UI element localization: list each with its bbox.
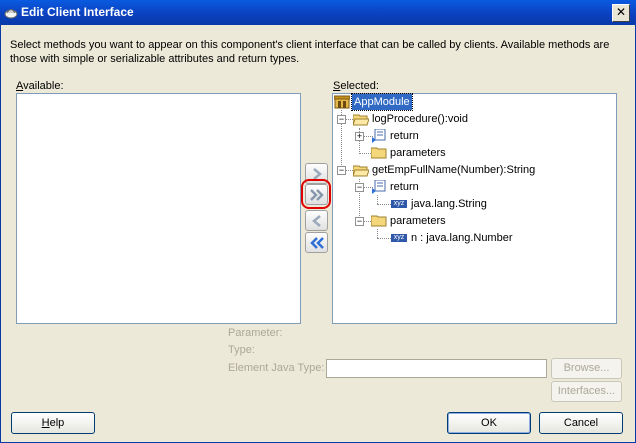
app-module-icon: [334, 95, 350, 109]
available-list[interactable]: [16, 93, 301, 324]
move-left-button[interactable]: [305, 210, 328, 231]
move-all-left-button[interactable]: [305, 232, 328, 253]
tree-label-logprocedure: logProcedure():void: [372, 113, 468, 125]
tree-label-m1-parameters: parameters: [390, 147, 446, 159]
open-folder-icon: [353, 165, 369, 177]
tree-label-m1-return: return: [390, 130, 419, 142]
expander-m1-return[interactable]: +: [355, 132, 364, 141]
selected-tree-content: AppModule − logProcedure():void + return…: [333, 93, 616, 323]
selected-label: Selected:: [333, 80, 379, 92]
type-icon: xyz: [391, 200, 407, 208]
open-folder-icon: [353, 114, 369, 126]
cancel-button[interactable]: Cancel: [539, 412, 623, 434]
return-icon: [372, 129, 386, 143]
description-text: Select methods you want to appear on thi…: [10, 39, 610, 65]
expander-getempfullname[interactable]: −: [337, 166, 346, 175]
tree-label-param: n : java.lang.Number: [411, 232, 513, 244]
highlight-circle: [301, 179, 331, 209]
folder-icon: [371, 147, 387, 159]
tree-label-m2-parameters: parameters: [390, 215, 446, 227]
title-bar: Edit Client Interface ✕: [0, 0, 636, 25]
tree-label-getempfullname: getEmpFullName(Number):String: [372, 164, 536, 176]
window-title: Edit Client Interface: [21, 5, 134, 19]
double-arrow-left-icon: [310, 237, 324, 249]
element-java-type-label: Element Java Type:: [228, 362, 325, 374]
ok-button[interactable]: OK: [447, 412, 531, 434]
browse-button[interactable]: Browse...: [551, 358, 622, 379]
help-button[interactable]: Help: [11, 412, 95, 434]
tree-label-m2-return: return: [390, 181, 419, 193]
expander-m2-return[interactable]: −: [355, 183, 364, 192]
expander-m2-parameters[interactable]: −: [355, 217, 364, 226]
parameter-label: Parameter:: [228, 327, 283, 339]
arrow-left-icon: [312, 215, 321, 227]
available-label: Available:: [16, 80, 64, 92]
close-button[interactable]: ✕: [612, 4, 630, 22]
folder-icon: [371, 215, 387, 227]
element-java-type-field[interactable]: [326, 359, 547, 378]
close-icon: ✕: [615, 5, 627, 19]
tree-label-appmodule: AppModule: [351, 93, 413, 111]
type-icon: xyz: [391, 234, 407, 242]
type-label: Type:: [228, 344, 255, 356]
tree-label-return-type: java.lang.String: [411, 198, 487, 210]
return-icon: [372, 180, 386, 194]
expander-logprocedure[interactable]: −: [337, 115, 346, 124]
interfaces-button[interactable]: Interfaces...: [551, 381, 622, 402]
app-icon: [4, 9, 18, 19]
